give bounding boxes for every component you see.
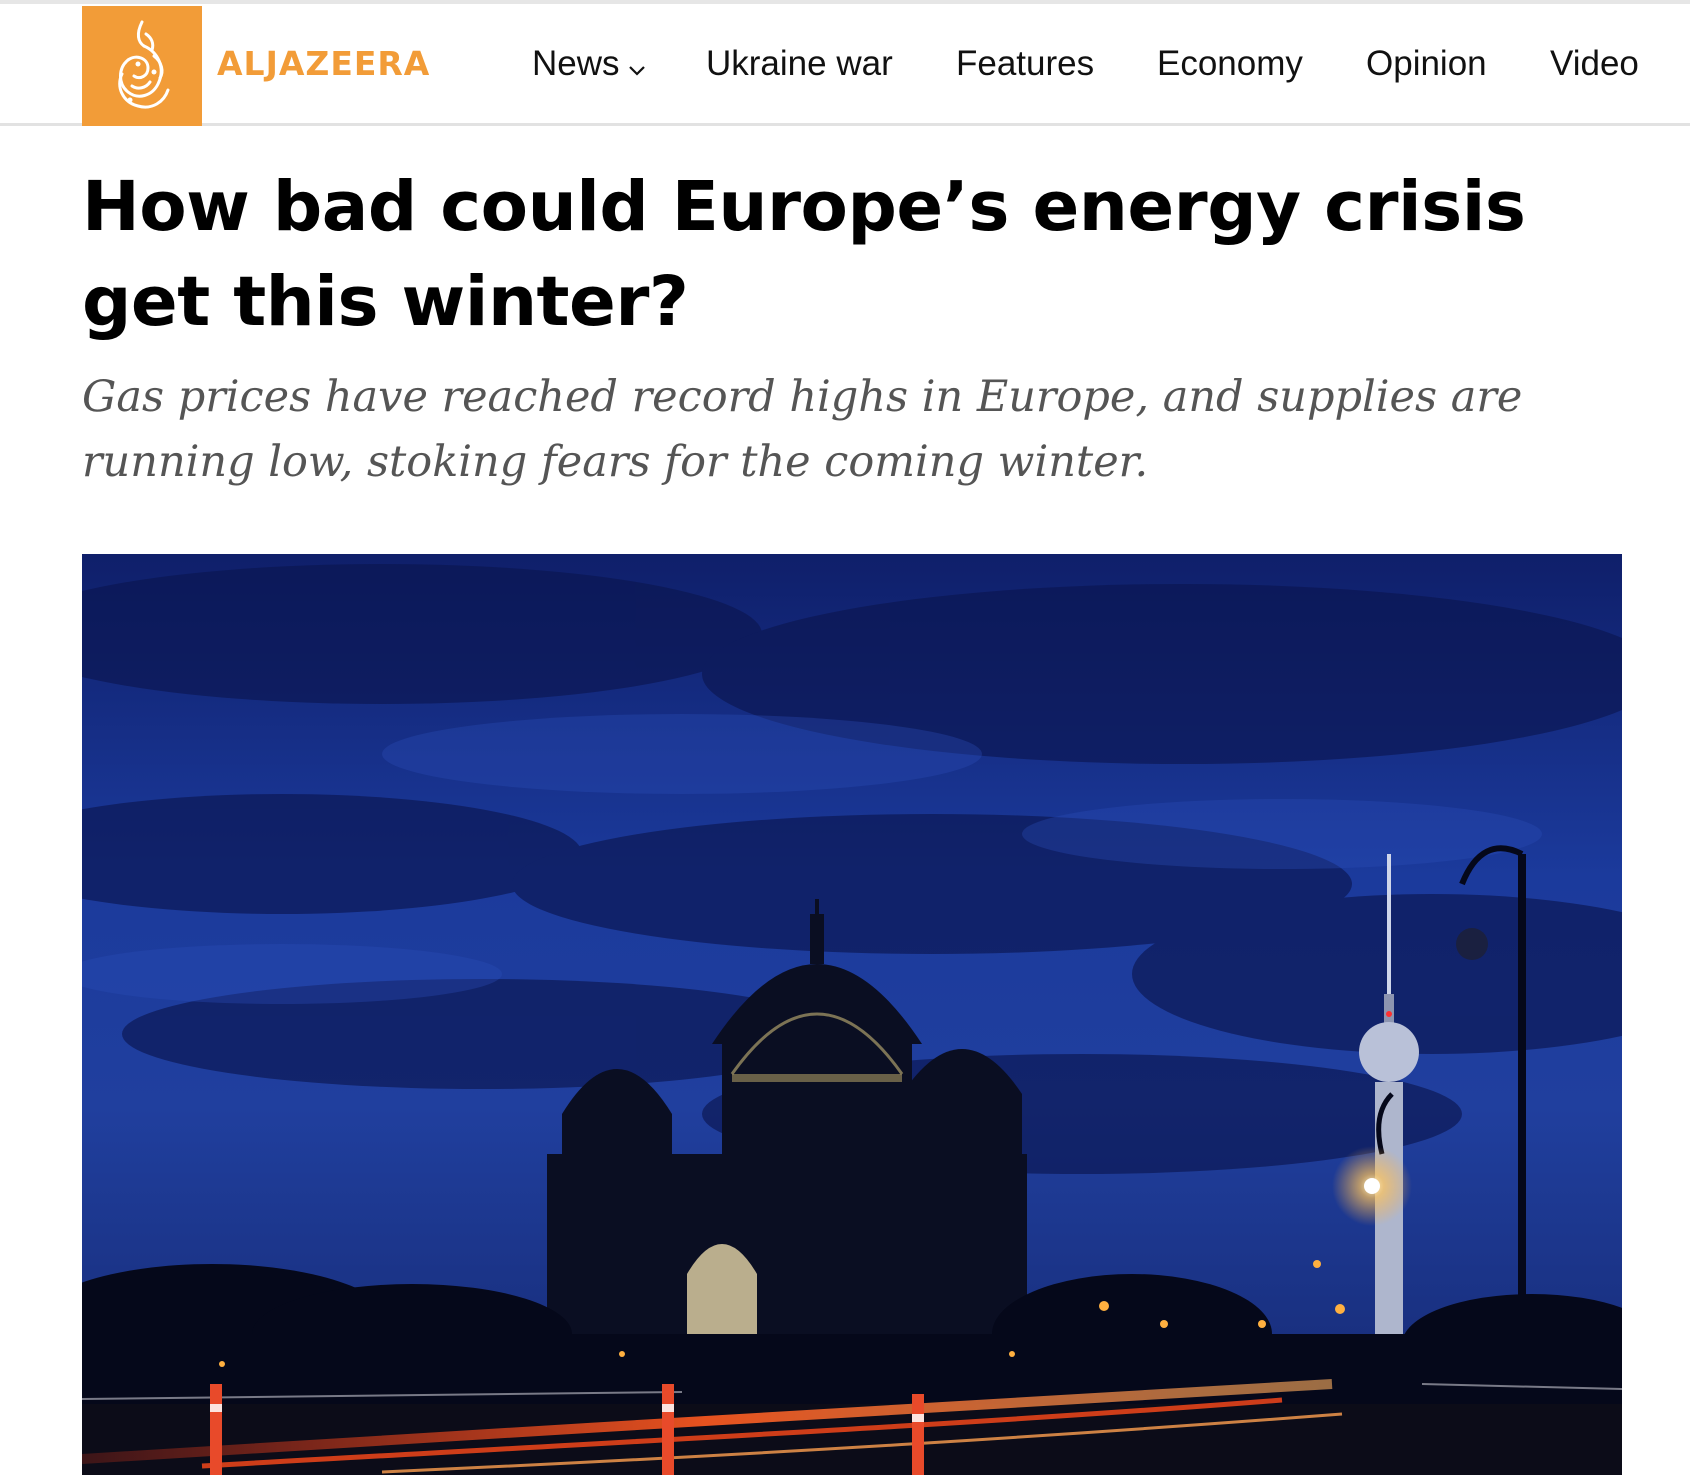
nav-item-features[interactable]: Features xyxy=(956,44,1094,84)
article-headline: How bad could Europe’s energy crisis get… xyxy=(82,167,1526,342)
nav-item-label: News xyxy=(532,44,620,83)
article-subheadline: Gas prices have reached record highs in … xyxy=(82,372,1523,487)
nav-item-ukraine-war[interactable]: Ukraine war xyxy=(706,44,893,84)
nav-item-opinion[interactable]: Opinion xyxy=(1366,44,1487,84)
site-header: ALJAZEERA News Ukraine war Features Econ… xyxy=(0,4,1690,126)
nav-item-video[interactable]: Video xyxy=(1550,44,1639,84)
chevron-down-icon xyxy=(628,46,646,86)
nav-item-news[interactable]: News xyxy=(532,44,646,86)
hero-image xyxy=(82,554,1622,1475)
main-nav: News Ukraine war Features Economy Opinio… xyxy=(0,44,1690,94)
nav-item-economy[interactable]: Economy xyxy=(1157,44,1303,84)
